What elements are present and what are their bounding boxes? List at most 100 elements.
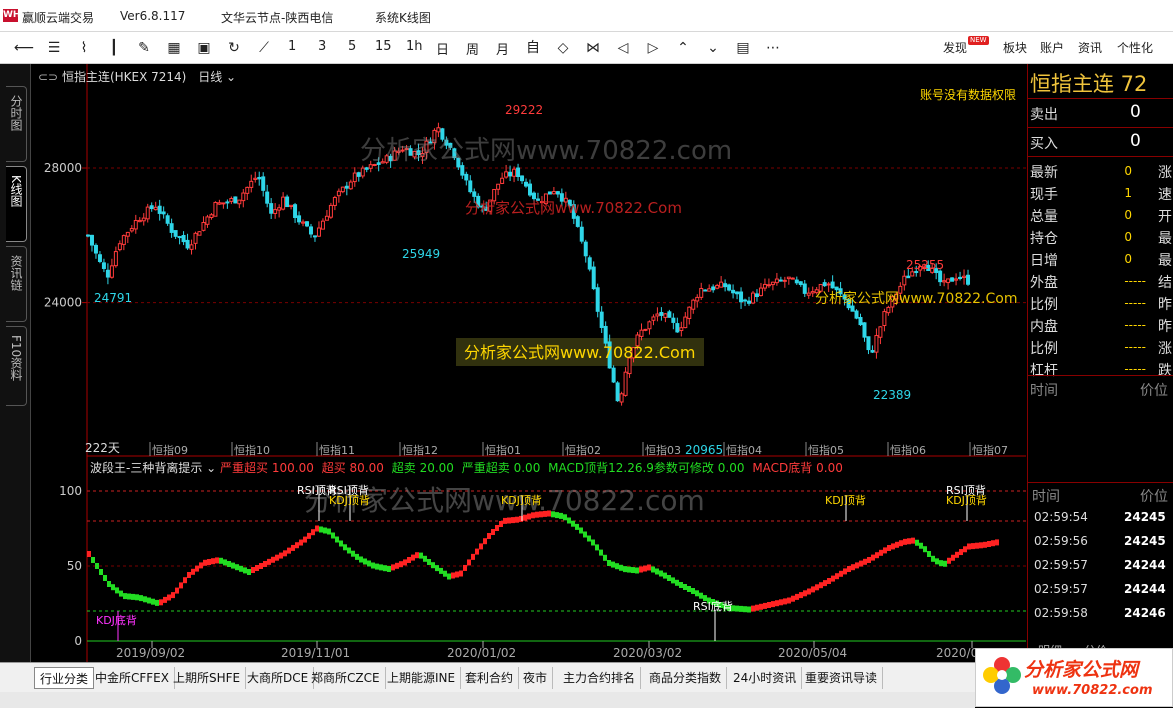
- period-1m[interactable]: 1: [288, 39, 296, 54]
- period-select[interactable]: 日线: [198, 70, 222, 84]
- more-icon[interactable]: ⋯: [762, 39, 784, 57]
- symbol-header[interactable]: ⊂⊃ 恒指主连(HKEX 7214) 日线 ⌄: [38, 68, 236, 85]
- quote-label: 比例: [1030, 341, 1058, 357]
- month-label: 恒指01: [485, 443, 521, 457]
- candle-body: [229, 197, 234, 202]
- candle-body: [583, 241, 588, 257]
- oscillator-segment: [175, 587, 179, 594]
- market-tab[interactable]: 行业分类: [34, 667, 95, 689]
- period-month[interactable]: 月: [496, 39, 509, 58]
- candle-icon[interactable]: ┃: [103, 39, 125, 57]
- trend-icon[interactable]: ⟋: [253, 39, 275, 57]
- oscillator-segment: [339, 540, 343, 547]
- nav-account[interactable]: 账户: [1040, 39, 1064, 56]
- back-icon[interactable]: ⟵: [13, 39, 35, 57]
- oscillator-segment: [875, 552, 879, 559]
- candle-body: [500, 177, 505, 184]
- oscillator-segment: [855, 562, 859, 569]
- nav-sector[interactable]: 板块: [1003, 39, 1027, 56]
- candle-body: [687, 306, 692, 319]
- oscillator-segment: [503, 517, 507, 524]
- self-icon[interactable]: 自: [522, 39, 544, 57]
- candle-body: [731, 289, 736, 294]
- chevron-down-icon[interactable]: ⌄: [202, 461, 220, 475]
- tick-price: 24246: [1124, 606, 1166, 620]
- tab-f10[interactable]: F10资料: [6, 326, 27, 406]
- oscillator-segment: [583, 531, 587, 538]
- oscillator-segment: [899, 540, 903, 547]
- nav-personalize[interactable]: 个性化: [1117, 39, 1153, 56]
- draw-icon[interactable]: ✎: [133, 39, 155, 57]
- expand-icon[interactable]: ◇: [552, 39, 574, 57]
- oscillator-segment: [187, 572, 191, 578]
- tab-newschain[interactable]: 资讯链: [6, 246, 27, 322]
- oscillator-segment: [511, 517, 515, 524]
- list-icon[interactable]: ☰: [43, 39, 65, 57]
- market-tab[interactable]: 主力合约排名: [558, 667, 642, 689]
- oscillator-segment: [971, 543, 975, 550]
- refresh-icon[interactable]: ↻: [223, 39, 245, 57]
- candle-body: [906, 275, 911, 279]
- market-tab[interactable]: 上期所SHFE: [168, 667, 247, 689]
- market-tab[interactable]: 重要资讯导读: [800, 667, 884, 689]
- market-tab[interactable]: 夜市: [518, 667, 554, 689]
- quote-value: -----: [1124, 362, 1146, 376]
- tab-kline[interactable]: K线图: [6, 166, 27, 242]
- candle-body: [786, 276, 791, 280]
- oscillator-segment: [767, 602, 771, 608]
- chevron-down-icon[interactable]: ⌄: [222, 70, 236, 84]
- layout-icon[interactable]: ▤: [732, 39, 754, 57]
- tick-price: 24245: [1124, 510, 1166, 524]
- market-tab[interactable]: 24小时资讯: [728, 667, 803, 689]
- oscillator-segment: [235, 564, 239, 571]
- oscillator-segment: [751, 605, 755, 612]
- oscillator-segment: [819, 582, 823, 589]
- up-icon[interactable]: ⌃: [672, 39, 694, 57]
- table-icon[interactable]: ▦: [163, 39, 185, 57]
- candle-body: [512, 168, 517, 177]
- oscillator-segment: [831, 575, 835, 582]
- market-tab[interactable]: 上期能源INE: [382, 667, 462, 689]
- oscillator-segment: [151, 598, 155, 605]
- line-chart-icon[interactable]: ⌇: [73, 39, 95, 57]
- indicator-name[interactable]: 波段王-三种背离提示: [90, 461, 202, 475]
- oscillator-segment: [807, 588, 811, 595]
- market-tab[interactable]: 郑商所CZCE: [306, 667, 386, 689]
- period-1h[interactable]: 1h: [406, 39, 423, 54]
- candle-body: [336, 190, 341, 197]
- kline-chart-svg[interactable]: 28000 24000 恒指09 恒指10 恒指11 恒指12 恒指01 恒指02 恒指03 恒指…: [32, 64, 1026, 662]
- candle-body: [810, 291, 815, 294]
- oscillator-segment: [275, 554, 279, 561]
- market-tab[interactable]: 商品分类指数: [644, 667, 728, 689]
- shrink-icon[interactable]: ⋈: [582, 39, 604, 57]
- oscillator-segment: [911, 537, 915, 544]
- oscillator-segment: [863, 558, 867, 565]
- period-15m[interactable]: 15: [375, 39, 392, 54]
- left-icon[interactable]: ◁: [612, 39, 634, 57]
- nav-discover[interactable]: 发现: [943, 39, 967, 56]
- period-5m[interactable]: 5: [348, 39, 356, 54]
- candle-body: [93, 244, 98, 254]
- period-day[interactable]: 日: [436, 39, 449, 58]
- right-icon[interactable]: ▷: [642, 39, 664, 57]
- save-icon[interactable]: ▣: [193, 39, 215, 57]
- candle-body: [520, 175, 525, 182]
- market-tab[interactable]: 大商所DCE: [242, 667, 315, 689]
- oscillator-segment: [967, 543, 971, 550]
- candle-body: [639, 329, 644, 337]
- oscillator-segment: [871, 554, 875, 561]
- period-3m[interactable]: 3: [318, 39, 326, 54]
- market-tab[interactable]: 套利合约: [460, 667, 520, 689]
- oscillator-segment: [835, 573, 839, 580]
- tab-timeshare[interactable]: 分时图: [6, 86, 27, 162]
- market-tab[interactable]: 中金所CFFEX: [90, 667, 175, 689]
- oscillator-segment: [183, 577, 187, 584]
- down-icon[interactable]: ⌄: [702, 39, 724, 57]
- period-week[interactable]: 周: [466, 39, 479, 58]
- candle-body: [217, 202, 222, 205]
- server-node: 文华云节点-陕西电信: [221, 11, 334, 25]
- candle-body: [205, 216, 210, 225]
- nav-news[interactable]: 资讯: [1078, 39, 1102, 56]
- chart-area[interactable]: 28000 24000 恒指09 恒指10 恒指11 恒指12 恒指01 恒指02 恒指03 恒指…: [32, 64, 1026, 662]
- oscillator-segment: [499, 521, 503, 527]
